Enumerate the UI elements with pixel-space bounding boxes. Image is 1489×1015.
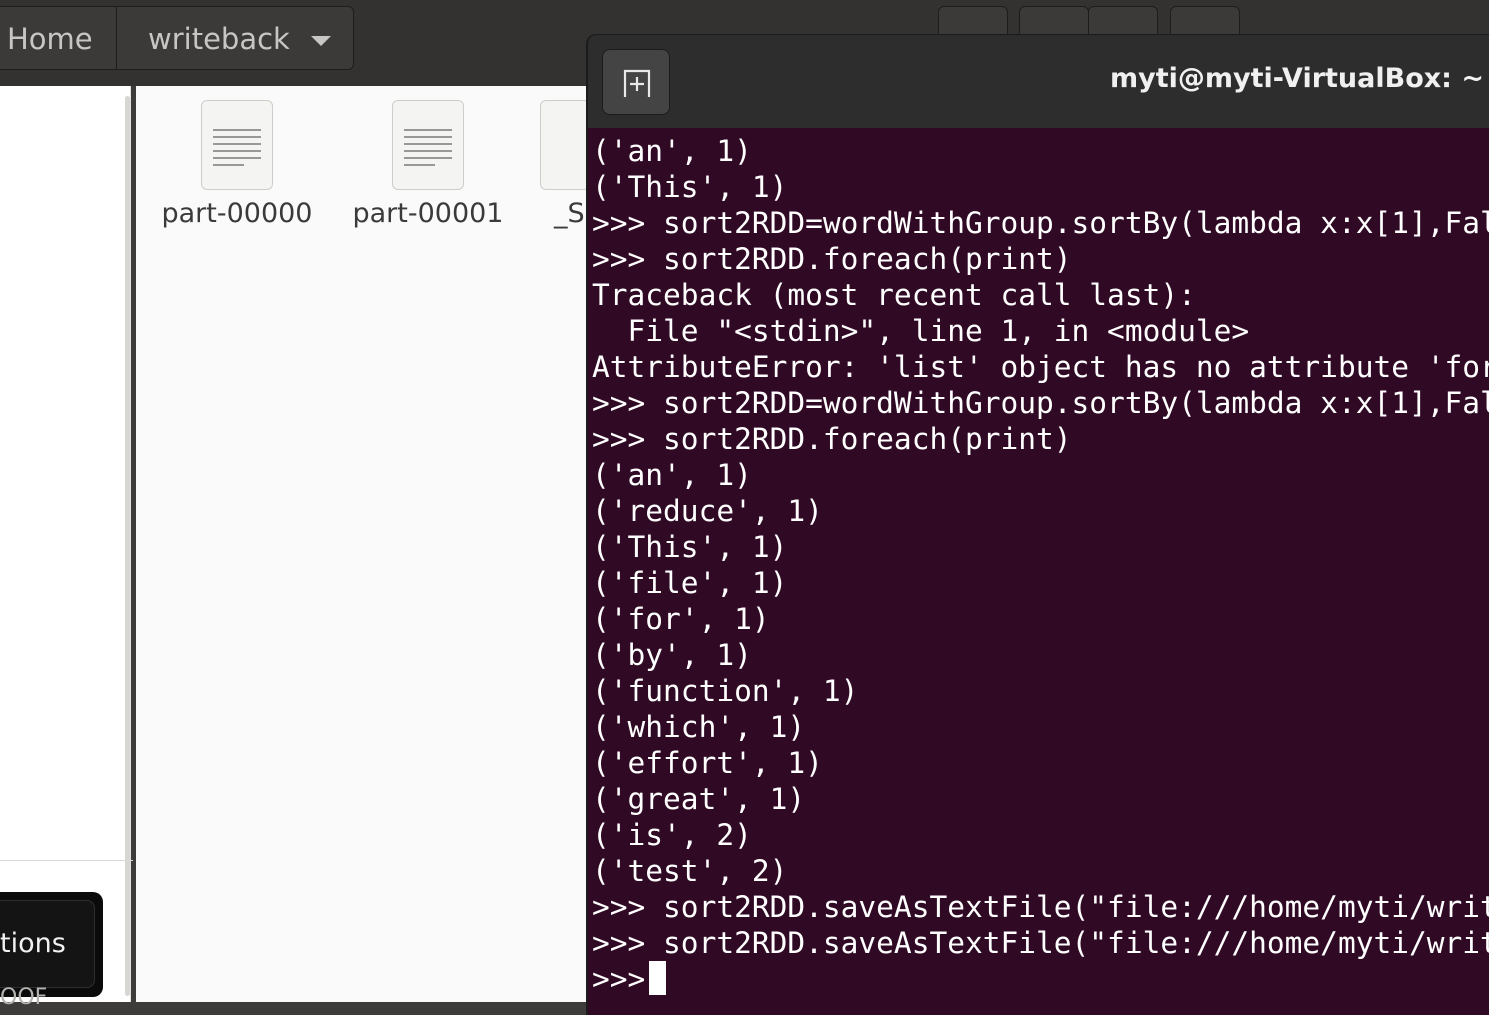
file-item[interactable]: part-00000: [157, 100, 317, 229]
breadcrumb-writeback-label: writeback: [148, 22, 290, 56]
notification-toast-label: tions: [0, 928, 66, 959]
partial-label: OOF: [0, 985, 48, 1010]
sidebar-scrollbar[interactable]: [125, 96, 130, 996]
terminal-line: ('for', 1): [592, 602, 770, 636]
text-file-icon: [392, 100, 464, 190]
terminal-line: >>> sort2RDD=wordWithGroup.sortBy(lambda…: [592, 386, 1489, 420]
chevron-down-icon[interactable]: [311, 36, 331, 46]
terminal-cursor: [649, 961, 667, 995]
file-item[interactable]: part-00001: [348, 100, 508, 229]
terminal-output[interactable]: ('an', 1) ('This', 1) >>> sort2RDD=wordWit…: [592, 133, 1489, 1015]
terminal-titlebar[interactable]: myti@myti-VirtualBox: ~: [588, 35, 1489, 128]
terminal-line: ('which', 1): [592, 710, 806, 744]
file-name: part-00001: [352, 198, 504, 229]
terminal-line: ('file', 1): [592, 566, 788, 600]
terminal-line: ('is', 2): [592, 818, 752, 852]
terminal-line: ('This', 1): [592, 170, 788, 204]
terminal-line: ('an', 1): [592, 458, 752, 492]
terminal-line: >>> sort2RDD.saveAsTextFile("file:///hom…: [592, 926, 1489, 960]
sidebar: [0, 86, 131, 1002]
terminal-window[interactable]: myti@myti-VirtualBox: ~ ('an', 1) ('This'…: [586, 34, 1489, 1015]
new-tab-icon: [623, 69, 651, 97]
file-name: part-00000: [161, 198, 313, 229]
terminal-title: myti@myti-VirtualBox: ~: [1110, 63, 1484, 94]
new-tab-button[interactable]: [602, 49, 670, 115]
terminal-line: File "<stdin>", line 1, in <module>: [592, 314, 1250, 348]
terminal-line: ('an', 1): [592, 134, 752, 168]
terminal-line: ('effort', 1): [592, 746, 823, 780]
terminal-line: >>> sort2RDD.foreach(print): [592, 422, 1072, 456]
terminal-line: ('test', 2): [592, 854, 788, 888]
text-file-icon: [201, 100, 273, 190]
breadcrumb-home[interactable]: Home: [0, 6, 117, 70]
terminal-line: ('by', 1): [592, 638, 752, 672]
text-file-icon: [540, 100, 590, 190]
terminal-line: AttributeError: 'list' object has no att…: [592, 350, 1489, 384]
terminal-line: ('This', 1): [592, 530, 788, 564]
sidebar-divider: [0, 860, 133, 861]
terminal-line: ('great', 1): [592, 782, 806, 816]
terminal-line: >>> sort2RDD.saveAsTextFile("file:///hom…: [592, 890, 1489, 924]
breadcrumb-home-label: Home: [7, 22, 93, 56]
terminal-line: ('reduce', 1): [592, 494, 823, 528]
terminal-line: Traceback (most recent call last):: [592, 278, 1196, 312]
prompt-text: >>>: [592, 962, 646, 996]
terminal-prompt[interactable]: >>>: [592, 961, 1489, 997]
terminal-line: >>> sort2RDD.foreach(print): [592, 242, 1072, 276]
breadcrumb-writeback[interactable]: writeback: [116, 6, 354, 70]
terminal-line: ('function', 1): [592, 674, 859, 708]
terminal-line: >>> sort2RDD=wordWithGroup.sortBy(lambda…: [592, 206, 1489, 240]
